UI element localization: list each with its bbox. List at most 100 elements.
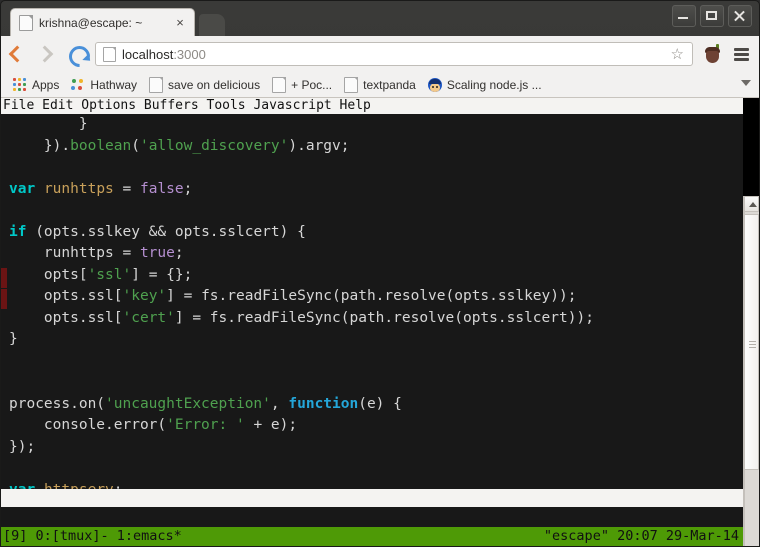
bookmark-item-apps[interactable]: Apps bbox=[7, 75, 65, 95]
code-token: false bbox=[140, 181, 184, 197]
code-token: + e); bbox=[245, 417, 297, 433]
tmux-status-bar: [9] 0:[tmux]- 1:emacs* "escape" 20:07 29… bbox=[1, 527, 743, 546]
code-token bbox=[35, 181, 44, 197]
code-token: runhttps bbox=[44, 181, 114, 197]
code-token: } bbox=[9, 331, 18, 347]
code-token: 'ssl' bbox=[88, 267, 132, 283]
emacs-menu-bar[interactable]: File Edit Options Buffers Tools Javascri… bbox=[1, 98, 743, 114]
url-port: :3000 bbox=[173, 47, 206, 62]
code-token: true bbox=[140, 245, 175, 261]
emacs-cursor bbox=[1, 289, 7, 309]
code-line bbox=[9, 200, 743, 222]
bookmark-label: textpanda bbox=[363, 78, 416, 92]
bookmark-item-delicious[interactable]: save on delicious bbox=[143, 75, 266, 95]
code-token: }) bbox=[9, 138, 61, 154]
address-bar-url: localhost:3000 bbox=[122, 47, 671, 62]
terminal-emacs[interactable]: File Edit Options Buffers Tools Javascri… bbox=[1, 98, 743, 546]
code-token: boolean bbox=[70, 138, 131, 154]
browser-tab[interactable]: krishna@escape: ~ × bbox=[10, 8, 195, 36]
code-token: function bbox=[288, 396, 358, 412]
code-line bbox=[9, 157, 743, 179]
back-button[interactable] bbox=[1, 39, 31, 69]
code-token: console.error( bbox=[9, 417, 166, 433]
page-icon bbox=[149, 77, 163, 93]
bookmark-star-icon[interactable]: ☆ bbox=[671, 47, 684, 62]
code-line: var runhttps = false; bbox=[9, 179, 743, 201]
page-scrollbar[interactable] bbox=[743, 196, 759, 546]
emacs-cursor bbox=[1, 268, 7, 288]
emacs-code-buffer[interactable]: } }).boolean('allow_discovery').argv; va… bbox=[1, 114, 743, 489]
hathway-icon bbox=[71, 78, 85, 92]
chevron-right-icon bbox=[36, 46, 53, 63]
url-host: localhost bbox=[122, 47, 173, 62]
reload-icon bbox=[65, 42, 95, 72]
code-token: ] = {}; bbox=[131, 267, 192, 283]
code-line: runhttps = true; bbox=[9, 243, 743, 265]
scrollbar-thumb[interactable] bbox=[744, 214, 759, 470]
tab-close-icon[interactable]: × bbox=[172, 15, 188, 31]
code-token: if bbox=[9, 224, 26, 240]
emacs-minibuffer[interactable] bbox=[1, 507, 743, 527]
apps-grid-icon bbox=[13, 78, 26, 91]
bookmark-item-hathway[interactable]: Hathway bbox=[65, 75, 143, 95]
bookmarks-overflow-chevron-down-icon[interactable] bbox=[741, 80, 751, 86]
code-token: ] = fs.readFileSync(path.resolve(opts.ss… bbox=[166, 288, 576, 304]
tab-title: krishna@escape: ~ bbox=[39, 16, 172, 30]
page-content: File Edit Options Buffers Tools Javascri… bbox=[1, 98, 759, 546]
code-line: opts.ssl['key'] = fs.readFileSync(path.r… bbox=[9, 286, 743, 308]
browser-toolbar: localhost:3000 ☆ bbox=[1, 36, 759, 73]
page-icon bbox=[344, 77, 358, 93]
minimize-button[interactable] bbox=[672, 5, 696, 27]
chevron-left-icon bbox=[9, 46, 26, 63]
code-token: (opts.sslkey && opts.sslcert) { bbox=[26, 224, 305, 240]
tab-favicon-page-icon bbox=[19, 15, 33, 31]
bookmark-item-pocket[interactable]: + Poc... bbox=[266, 75, 338, 95]
code-token: opts.ssl[ bbox=[9, 288, 123, 304]
code-token: .argv; bbox=[297, 138, 349, 154]
code-token: 'allow_discovery' bbox=[140, 138, 288, 154]
acorn-extension-icon[interactable] bbox=[701, 42, 723, 66]
code-token: runhttps = bbox=[9, 245, 140, 261]
bookmark-item-scaling-nodejs[interactable]: Scaling node.js ... bbox=[422, 75, 548, 95]
code-line: } bbox=[9, 329, 743, 351]
code-line: process.on('uncaughtException', function… bbox=[9, 394, 743, 416]
code-token: . bbox=[61, 138, 70, 154]
bookmark-label: Hathway bbox=[90, 78, 137, 92]
new-tab-button[interactable] bbox=[199, 14, 225, 36]
bookmark-label: + Poc... bbox=[291, 78, 332, 92]
page-icon bbox=[272, 77, 286, 93]
address-bar[interactable]: localhost:3000 ☆ bbox=[95, 42, 693, 66]
bookmarks-bar: Apps Hathway save on delicious + Poc... … bbox=[1, 72, 759, 98]
tab-strip: krishna@escape: ~ × bbox=[0, 0, 760, 36]
browser-window: krishna@escape: ~ × localhost:3000 ☆ bbox=[0, 0, 760, 547]
code-token: ; bbox=[175, 245, 184, 261]
code-line: } bbox=[9, 114, 743, 136]
maximize-button[interactable] bbox=[700, 5, 724, 27]
code-token: }); bbox=[9, 439, 35, 455]
code-token: ] = fs.readFileSync(path.resolve(opts.ss… bbox=[175, 310, 594, 326]
bookmark-item-textpanda[interactable]: textpanda bbox=[338, 75, 422, 95]
code-line: console.error('Error: ' + e); bbox=[9, 415, 743, 437]
code-token: ( bbox=[131, 138, 140, 154]
bookmark-label: Apps bbox=[32, 78, 59, 92]
code-token: 'Error: ' bbox=[166, 417, 245, 433]
code-token: ; bbox=[184, 181, 193, 197]
code-token: 'cert' bbox=[123, 310, 175, 326]
code-line bbox=[9, 372, 743, 394]
page-info-icon bbox=[103, 47, 116, 62]
code-token: process.on( bbox=[9, 396, 105, 412]
code-token: 'uncaughtException' bbox=[105, 396, 271, 412]
hamburger-menu-icon[interactable] bbox=[727, 39, 755, 69]
code-line: opts.ssl['cert'] = fs.readFileSync(path.… bbox=[9, 308, 743, 330]
code-token: opts[ bbox=[9, 267, 88, 283]
reload-button[interactable] bbox=[61, 39, 91, 69]
code-token: opts.ssl[ bbox=[9, 310, 123, 326]
code-line: if (opts.sslkey && opts.sslcert) { bbox=[9, 222, 743, 244]
forward-button[interactable] bbox=[31, 39, 61, 69]
code-token: , bbox=[271, 396, 288, 412]
code-token: ) bbox=[288, 138, 297, 154]
code-line bbox=[9, 351, 743, 373]
code-token: var bbox=[9, 181, 35, 197]
close-button[interactable] bbox=[728, 5, 752, 27]
scroll-up-arrow-icon[interactable] bbox=[744, 196, 759, 212]
